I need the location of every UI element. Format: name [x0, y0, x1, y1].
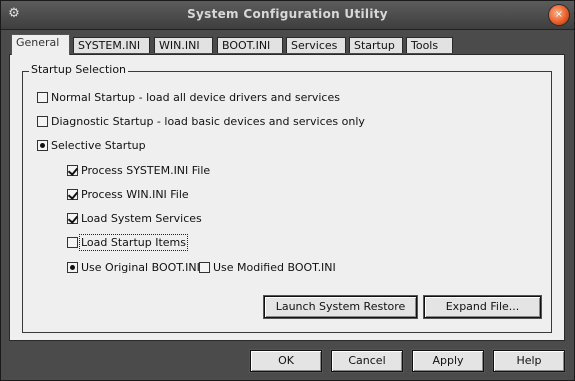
window-title: System Configuration Utility	[187, 7, 388, 21]
tab-boot-ini[interactable]: BOOT.INI	[217, 37, 283, 53]
tab-system-ini[interactable]: SYSTEM.INI	[73, 37, 150, 53]
close-icon[interactable]: ×	[549, 5, 569, 25]
use-original-boot-ini-radio[interactable]	[67, 262, 78, 273]
tab-services[interactable]: Services	[286, 37, 346, 53]
normal-startup-option[interactable]: Normal Startup - load all device drivers…	[37, 91, 340, 105]
system-configuration-window: ⚙ System Configuration Utility × General…	[0, 0, 575, 381]
diagnostic-startup-radio[interactable]	[37, 116, 48, 127]
process-system-ini-checkbox[interactable]	[67, 165, 78, 176]
tab-startup[interactable]: Startup	[349, 37, 403, 53]
tab-win-ini[interactable]: WIN.INI	[154, 37, 213, 53]
startup-selection-title: Startup Selection	[29, 63, 129, 76]
normal-startup-label: Normal Startup - load all device drivers…	[51, 91, 340, 104]
tab-tools[interactable]: Tools	[406, 37, 453, 53]
normal-startup-radio[interactable]	[37, 92, 48, 103]
process-system-ini-label: Process SYSTEM.INI File	[81, 164, 211, 177]
use-original-boot-ini-option[interactable]: Use Original BOOT.INI	[67, 261, 200, 275]
diagnostic-startup-option[interactable]: Diagnostic Startup - load basic devices …	[37, 115, 365, 129]
process-win-ini-option[interactable]: Process WIN.INI File	[67, 188, 189, 202]
process-system-ini-option[interactable]: Process SYSTEM.INI File	[67, 164, 210, 178]
diagnostic-startup-label: Diagnostic Startup - load basic devices …	[51, 115, 365, 128]
general-tab-panel: Startup Selection Normal Startup - load …	[9, 54, 565, 341]
startup-selection-group: Startup Selection Normal Startup - load …	[22, 63, 552, 333]
apply-button[interactable]: Apply	[412, 350, 484, 372]
selective-startup-option[interactable]: Selective Startup	[37, 139, 146, 153]
load-system-services-option[interactable]: Load System Services	[67, 212, 202, 226]
cancel-button[interactable]: Cancel	[331, 350, 403, 372]
tab-general[interactable]: General	[11, 34, 70, 55]
selective-startup-label: Selective Startup	[51, 139, 146, 152]
load-startup-items-checkbox[interactable]	[67, 237, 78, 248]
load-startup-items-option[interactable]: Load Startup Items	[67, 234, 188, 251]
process-win-ini-label: Process WIN.INI File	[81, 188, 189, 201]
selective-startup-radio[interactable]	[37, 140, 48, 151]
use-modified-boot-ini-option[interactable]: Use Modified BOOT.INI	[199, 261, 336, 275]
ok-button[interactable]: OK	[250, 350, 322, 372]
load-startup-items-label: Load Startup Items	[79, 234, 188, 251]
use-original-boot-ini-label: Use Original BOOT.INI	[81, 261, 200, 274]
use-modified-boot-ini-label: Use Modified BOOT.INI	[213, 261, 336, 274]
load-system-services-label: Load System Services	[81, 212, 202, 225]
launch-system-restore-button[interactable]: Launch System Restore	[264, 296, 417, 318]
title-bar[interactable]: ⚙ System Configuration Utility ×	[1, 1, 574, 30]
process-win-ini-checkbox[interactable]	[67, 189, 78, 200]
expand-file-button[interactable]: Expand File...	[424, 296, 541, 318]
load-system-services-checkbox[interactable]	[67, 213, 78, 224]
help-button[interactable]: Help	[493, 350, 565, 372]
use-modified-boot-ini-checkbox[interactable]	[199, 262, 210, 273]
